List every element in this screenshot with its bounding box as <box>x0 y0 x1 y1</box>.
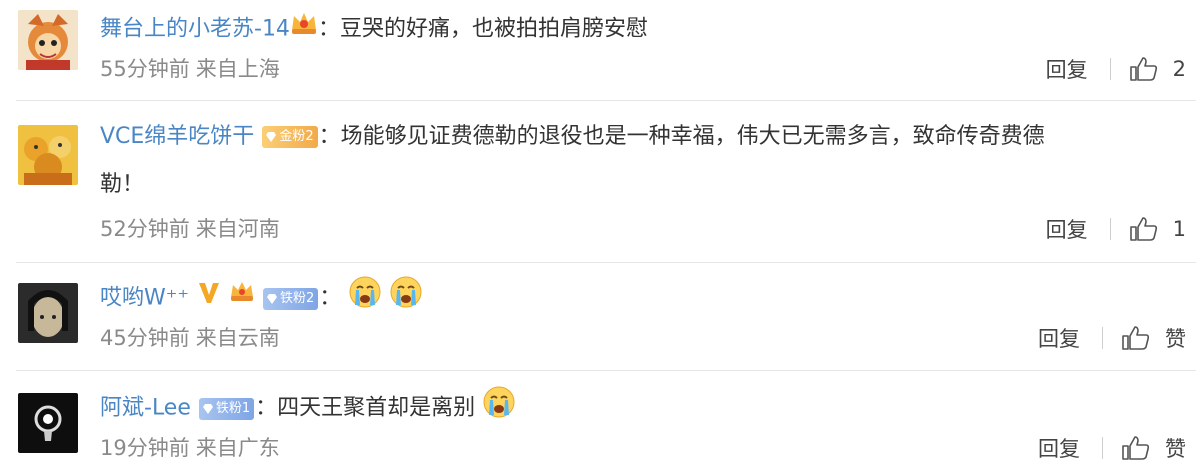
comment-meta: 55分钟前 来自上海 <box>100 54 280 84</box>
thumbs-up-icon <box>1129 57 1157 81</box>
like-label: 赞 <box>1165 327 1186 351</box>
comment-content: ：四天王聚首却是离别 <box>255 395 476 421</box>
fan-level-label: 金粉2 <box>279 129 314 144</box>
comment-item: 舞台上的小老苏-14 ：豆哭的好痛，也被拍拍肩膀安慰 55分钟前 来自上海 回复 … <box>0 0 1200 98</box>
comment-time: 55分钟前 <box>100 57 190 81</box>
comment-text-line: 哎哟W⁺⁺ 铁粉2 ： <box>100 275 1186 322</box>
diamond-icon <box>266 293 277 304</box>
avatar[interactable] <box>18 283 78 343</box>
comment-item: VCE绵羊吃饼干 金粉2 ：场能够见证费德勒的退役也是一种幸福，伟大已无需多言，… <box>0 101 1200 261</box>
vip-crown-icon <box>290 10 318 49</box>
username-link[interactable]: 哎哟W⁺⁺ <box>100 286 189 311</box>
fan-level-badge: 金粉2 <box>262 126 318 148</box>
comment-source: 来自河南 <box>195 217 280 241</box>
diamond-icon <box>202 403 213 414</box>
comment-text-line: 舞台上的小老苏-14 ：豆哭的好痛，也被拍拍肩膀安慰 <box>100 10 1186 49</box>
reply-button[interactable]: 回复 <box>1046 54 1088 84</box>
comment-source: 来自上海 <box>195 57 280 81</box>
username-link[interactable]: 舞台上的小老苏-14 <box>100 17 290 42</box>
action-divider <box>1102 437 1103 459</box>
username-link[interactable]: 阿斌-Lee <box>100 396 191 421</box>
thumbs-up-icon <box>1129 217 1157 241</box>
like-button[interactable]: 1 <box>1129 216 1186 242</box>
comment-actions: 回复 赞 <box>1038 323 1186 353</box>
action-divider <box>1102 327 1103 349</box>
username-link[interactable]: VCE绵羊吃饼干 <box>100 124 254 149</box>
avatar[interactable] <box>18 393 78 453</box>
diamond-icon <box>266 132 277 142</box>
like-count: 1 <box>1172 217 1186 241</box>
avatar[interactable] <box>18 10 78 70</box>
comment-text-line-2: 勒！ <box>100 166 1186 204</box>
reply-button[interactable]: 回复 <box>1046 214 1088 244</box>
comment-content-continued: 勒！ <box>100 172 145 197</box>
comment-actions: 回复 2 <box>1046 54 1186 84</box>
comment-time: 19分钟前 <box>100 436 190 460</box>
comment-time: 45分钟前 <box>100 326 190 350</box>
comment-text-line: VCE绵羊吃饼干 金粉2 ：场能够见证费德勒的退役也是一种幸福，伟大已无需多言，… <box>100 118 1186 156</box>
reply-button[interactable]: 回复 <box>1038 433 1080 463</box>
fan-level-label: 铁粉2 <box>279 290 315 306</box>
action-divider <box>1109 218 1111 240</box>
fan-level-label: 铁粉1 <box>215 400 251 416</box>
comment-actions: 回复 1 <box>1046 214 1186 244</box>
verified-v-icon <box>196 279 222 318</box>
avatar[interactable] <box>18 125 78 185</box>
like-button[interactable]: 2 <box>1129 56 1186 82</box>
like-label: 赞 <box>1165 437 1186 461</box>
comment-actions: 回复 赞 <box>1038 433 1186 463</box>
comment-meta: 19分钟前 来自广东 <box>100 433 280 463</box>
comment-source: 来自云南 <box>195 326 280 350</box>
comment-time: 52分钟前 <box>100 217 190 241</box>
comment-content: ： <box>319 285 342 311</box>
comment-meta: 45分钟前 来自云南 <box>100 323 280 353</box>
crying-emoji-icon <box>482 385 516 432</box>
reply-button[interactable]: 回复 <box>1038 323 1080 353</box>
comment-item: 阿斌-Lee 铁粉1 ：四天王聚首却是离别 19分钟前 来自广东 回复 赞 <box>0 371 1200 475</box>
crying-emoji-icon <box>389 275 423 322</box>
comment-content: ：豆哭的好痛，也被拍拍肩膀安慰 <box>317 16 648 42</box>
fan-level-badge: 铁粉2 <box>262 287 319 310</box>
thumbs-up-icon <box>1122 326 1150 350</box>
like-button[interactable]: 赞 <box>1121 323 1186 353</box>
action-divider <box>1109 58 1111 80</box>
fan-level-badge: 铁粉1 <box>198 397 255 420</box>
like-count: 2 <box>1172 57 1186 81</box>
comment-text-line: 阿斌-Lee 铁粉1 ：四天王聚首却是离别 <box>100 385 1186 432</box>
thumbs-up-icon <box>1122 436 1150 460</box>
like-button[interactable]: 赞 <box>1121 433 1186 463</box>
crying-emoji-icon <box>348 275 382 322</box>
vip-crown-icon <box>229 279 255 318</box>
comment-source: 来自广东 <box>195 436 280 460</box>
comment-content: ：场能够见证费德勒的退役也是一种幸福，伟大已无需多言，致命传奇费德 <box>318 124 1045 149</box>
comment-meta: 52分钟前 来自河南 <box>100 214 280 244</box>
comment-item: 哎哟W⁺⁺ 铁粉2 ： 45分钟前 来自云南 回复 赞 <box>0 263 1200 369</box>
